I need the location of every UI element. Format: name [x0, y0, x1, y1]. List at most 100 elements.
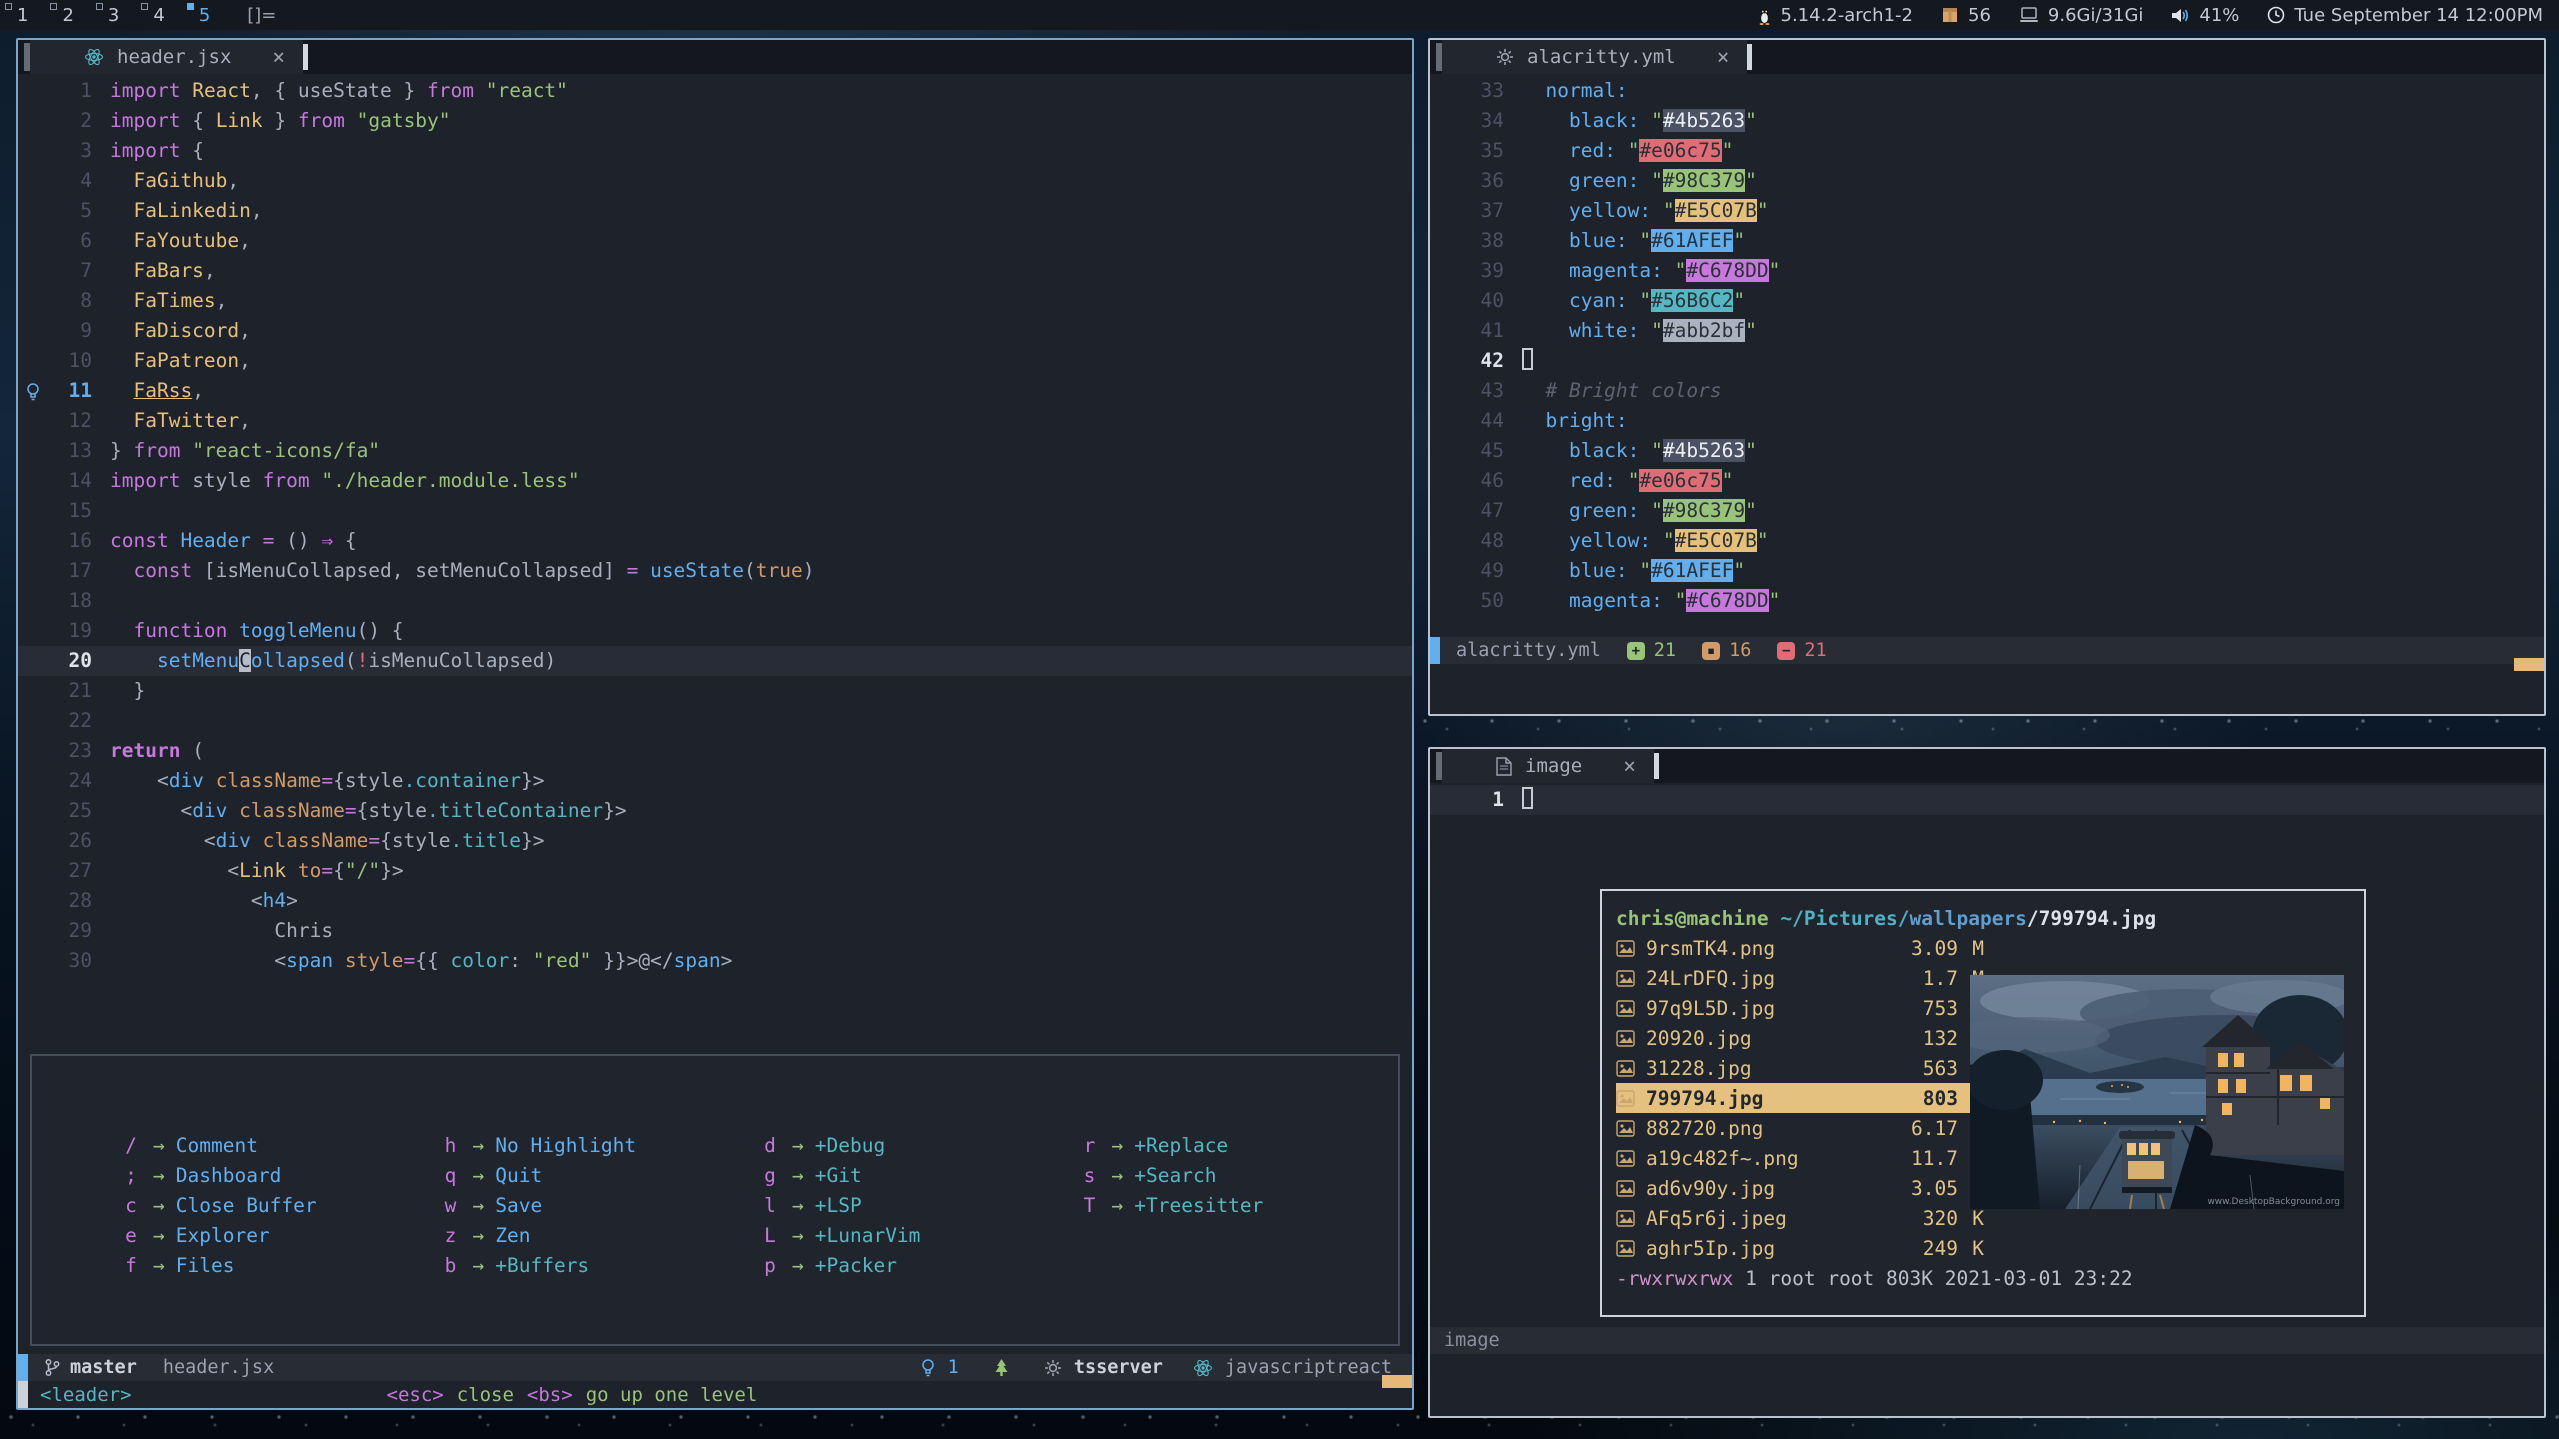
code-line[interactable]: 41 white: "#abb2bf" [1430, 316, 2544, 346]
code-line[interactable]: 27 <Link to={"/"}> [18, 856, 1412, 886]
code-line[interactable]: 1 [1430, 785, 2544, 815]
file-size: 11.7 [1892, 1147, 1958, 1170]
code-line[interactable]: 23return ( [18, 736, 1412, 766]
code-line[interactable]: 20 setMenuCollapsed(!isMenuCollapsed) [18, 646, 1412, 676]
code-line[interactable]: 10 FaPatreon, [18, 346, 1412, 376]
code-line[interactable]: 34 black: "#4b5263" [1430, 106, 2544, 136]
file-row[interactable]: AFq5r6j.jpeg320K [1616, 1203, 1984, 1233]
code-line[interactable]: 25 <div className={style.titleContainer}… [18, 796, 1412, 826]
sign-column [18, 826, 48, 856]
which-key-binding: w→Save [440, 1190, 760, 1220]
code-line[interactable]: 46 red: "#e06c75" [1430, 466, 2544, 496]
binding-key: d [759, 1134, 781, 1157]
code-line[interactable]: 13} from "react-icons/fa" [18, 436, 1412, 466]
code-text: red: "#e06c75" [1504, 466, 1733, 496]
code-line[interactable]: 16const Header = () ⇒ { [18, 526, 1412, 556]
code-line[interactable]: 42 [1430, 346, 2544, 376]
command-line[interactable]: <leader> <esc>close<bs>go up one level [18, 1381, 1412, 1408]
which-key-binding: l→+LSP [759, 1190, 1079, 1220]
code-line[interactable]: 3import { [18, 136, 1412, 166]
file-size: 320 [1892, 1207, 1958, 1230]
code-line[interactable]: 24 <div className={style.container}> [18, 766, 1412, 796]
code-line[interactable]: 29 Chris [18, 916, 1412, 946]
workspace-tag-3[interactable]: 3 [91, 0, 136, 30]
close-icon[interactable]: × [1623, 754, 1636, 778]
scrollbar-thumb[interactable] [2514, 658, 2544, 671]
close-icon[interactable]: × [1717, 45, 1730, 69]
code-line[interactable]: 44 bright: [1430, 406, 2544, 436]
file-row[interactable]: a19c482f~.png11.7M [1616, 1143, 1984, 1173]
sign-column [1430, 166, 1460, 196]
code-line[interactable]: 49 blue: "#61AFEF" [1430, 556, 2544, 586]
line-number: 25 [48, 796, 92, 826]
code-line[interactable]: 47 green: "#98C379" [1430, 496, 2544, 526]
line-number: 49 [1460, 556, 1504, 586]
code-text: magenta: "#C678DD" [1504, 256, 1780, 286]
code-line[interactable]: 38 blue: "#61AFEF" [1430, 226, 2544, 256]
code-line[interactable]: 11 FaRss, [18, 376, 1412, 406]
code-line[interactable]: 36 green: "#98C379" [1430, 166, 2544, 196]
code-line[interactable]: 37 yellow: "#E5C07B" [1430, 196, 2544, 226]
code-line[interactable]: 5 FaLinkedin, [18, 196, 1412, 226]
binding-key: r [1079, 1134, 1101, 1157]
code-line[interactable]: 50 magenta: "#C678DD" [1430, 586, 2544, 616]
file-row[interactable]: 799794.jpg803K [1616, 1083, 1984, 1113]
sign-column [1430, 136, 1460, 166]
code-line[interactable]: 6 FaYoutube, [18, 226, 1412, 256]
tab-image[interactable]: image × [1442, 749, 1654, 783]
code-line[interactable]: 7 FaBars, [18, 256, 1412, 286]
code-line[interactable]: 17 const [isMenuCollapsed, setMenuCollap… [18, 556, 1412, 586]
scrollbar-thumb[interactable] [1382, 1375, 1412, 1388]
binding-key: p [759, 1254, 781, 1277]
code-area[interactable]: 33 normal:34 black: "#4b5263"35 red: "#e… [1430, 74, 2544, 637]
code-line[interactable]: 39 magenta: "#C678DD" [1430, 256, 2544, 286]
code-line[interactable]: 48 yellow: "#E5C07B" [1430, 526, 2544, 556]
code-line[interactable]: 45 black: "#4b5263" [1430, 436, 2544, 466]
gear-icon [1044, 1359, 1062, 1377]
workspace-tag-2[interactable]: 2 [45, 0, 90, 30]
git-branch[interactable]: master [70, 1357, 137, 1378]
code-line[interactable]: 12 FaTwitter, [18, 406, 1412, 436]
file-row[interactable]: 882720.png6.17M [1616, 1113, 1984, 1143]
code-line[interactable]: 22 [18, 706, 1412, 736]
line-number: 5 [48, 196, 92, 226]
workspace-tag-4[interactable]: 4 [136, 0, 181, 30]
file-row[interactable]: 9rsmTK4.png3.09M [1616, 933, 1984, 963]
file-row[interactable]: ad6v90y.jpg3.05M [1616, 1173, 1984, 1203]
which-key-column: h→No Highlightq→Quitw→Savez→Zenb→+Buffer… [440, 1130, 760, 1344]
code-text: setMenuCollapsed(!isMenuCollapsed) [92, 646, 556, 676]
code-line[interactable]: 28 <h4> [18, 886, 1412, 916]
file-row[interactable]: 31228.jpg563K [1616, 1053, 1984, 1083]
file-row[interactable]: aghr5Ip.jpg249K [1616, 1233, 1984, 1263]
code-line[interactable]: 9 FaDiscord, [18, 316, 1412, 346]
code-line[interactable]: 8 FaTimes, [18, 286, 1412, 316]
layout-symbol[interactable]: []= [227, 5, 296, 26]
code-line[interactable]: 1import React, { useState } from "react" [18, 76, 1412, 106]
code-line[interactable]: 2import { Link } from "gatsby" [18, 106, 1412, 136]
code-line[interactable]: 43 # Bright colors [1430, 376, 2544, 406]
code-line[interactable]: 18 [18, 586, 1412, 616]
workspace-tag-5[interactable]: 5 [182, 0, 227, 30]
code-line[interactable]: 30 <span style={{ color: "red" }}>@</spa… [18, 946, 1412, 976]
file-row[interactable]: 97q9L5D.jpg753K [1616, 993, 1984, 1023]
code-line[interactable]: 26 <div className={style.title}> [18, 826, 1412, 856]
workspace-indicator [5, 3, 12, 10]
code-line[interactable]: 35 red: "#e06c75" [1430, 136, 2544, 166]
code-line[interactable]: 19 function toggleMenu() { [18, 616, 1412, 646]
code-line[interactable]: 15 [18, 496, 1412, 526]
code-line[interactable]: 14import style from "./header.module.les… [18, 466, 1412, 496]
close-icon[interactable]: × [272, 45, 285, 69]
hollow-cursor [1522, 348, 1533, 370]
code-line[interactable]: 21 } [18, 676, 1412, 706]
statusbar-module: Tue September 14 12:00PM [2267, 5, 2543, 26]
file-row[interactable]: 24LrDFQ.jpg1.7M [1616, 963, 1984, 993]
path-segment [1769, 907, 1781, 930]
code-line[interactable]: 4 FaGithub, [18, 166, 1412, 196]
tab-alacritty-yml[interactable]: alacritty.yml × [1442, 40, 1747, 74]
code-text: Chris [92, 916, 333, 946]
workspace-tag-1[interactable]: 1 [0, 0, 45, 30]
tab-header-jsx[interactable]: header.jsx × [30, 40, 303, 74]
file-row[interactable]: 20920.jpg132K [1616, 1023, 1984, 1053]
code-line[interactable]: 40 cyan: "#56B6C2" [1430, 286, 2544, 316]
code-line[interactable]: 33 normal: [1430, 76, 2544, 106]
